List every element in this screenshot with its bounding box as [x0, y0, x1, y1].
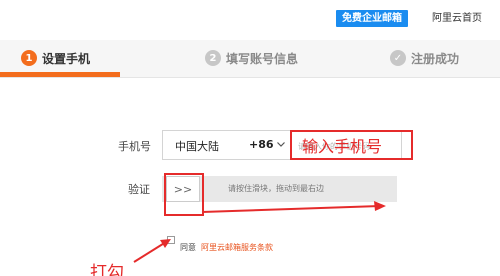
- drag-arrow-icon: [201, 201, 386, 213]
- check-arrow-icon: [133, 239, 171, 263]
- registration-page: 免费企业邮箱 阿里云首页 1 设置手机 2 填写账号信息 ✓ 注册成功 手机号 …: [0, 0, 500, 276]
- check-annotation-text: 打勾: [90, 263, 124, 276]
- annotation-arrows: [133, 201, 386, 263]
